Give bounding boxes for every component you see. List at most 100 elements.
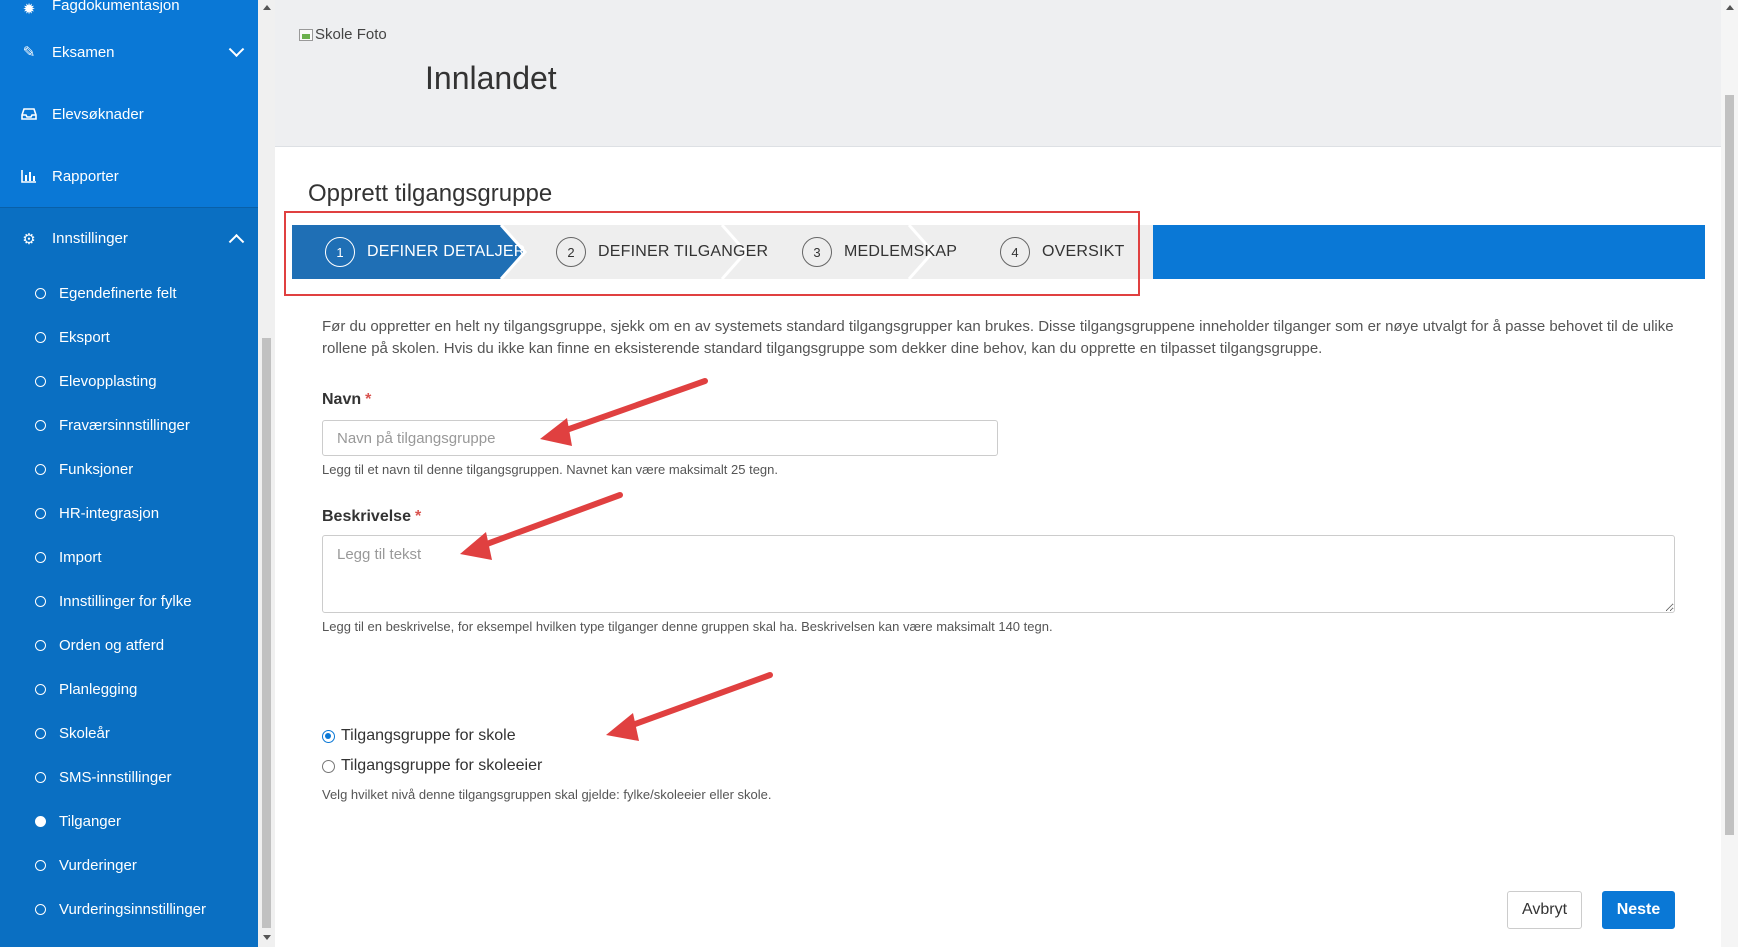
sidebar-subitem-tilganger[interactable]: Tilganger — [0, 799, 258, 843]
sidebar-item-label: Innstillinger — [52, 230, 128, 247]
sidebar-subitem-eksport[interactable]: Eksport — [0, 315, 258, 359]
step-number: 4 — [1000, 237, 1030, 267]
circle-icon — [35, 683, 46, 695]
sidebar-item-rapporter[interactable]: Rapporter — [0, 145, 258, 207]
sidebar-item-label: Elevsøknader — [52, 105, 144, 123]
circle-icon — [35, 287, 46, 299]
sidebar-item-eksamen[interactable]: ✎ Eksamen — [0, 21, 258, 83]
sidebar-subitem-sms-innstillinger[interactable]: SMS-innstillinger — [0, 755, 258, 799]
radio-owner-option[interactable]: Tilgangsgruppe for skoleeier — [322, 757, 542, 775]
radio-school[interactable] — [322, 729, 335, 743]
sidebar-subitem-orden-og-atferd[interactable]: Orden og atferd — [0, 623, 258, 667]
main-content: Skole Foto Innlandet Opprett tilgangsgru… — [275, 0, 1721, 947]
sidebar-item-label: Eksamen — [52, 43, 115, 61]
next-button[interactable]: Neste — [1602, 891, 1675, 929]
sidebar-subitem-funksjoner[interactable]: Funksjoner — [0, 447, 258, 491]
sidebar-subitem-elevopplasting[interactable]: Elevopplasting — [0, 359, 258, 403]
sidebar-subitem-egendefinerte-felt[interactable]: Egendefinerte felt — [0, 271, 258, 315]
sidebar-subitem-planlegging[interactable]: Planlegging — [0, 667, 258, 711]
sidebar-subitem-label: Elevopplasting — [59, 372, 157, 390]
sidebar-subitem-label: Skoleår — [59, 724, 110, 742]
radio-owner[interactable] — [322, 759, 335, 773]
school-photo-alt: Skole Foto — [315, 26, 387, 43]
edit-icon: ✎ — [22, 44, 36, 61]
description-label-text: Beskrivelse — [322, 508, 411, 525]
radio-school-label[interactable]: Tilgangsgruppe for skole — [341, 727, 516, 745]
scrollbar-thumb[interactable] — [262, 338, 271, 928]
broken-image-icon — [299, 28, 313, 41]
circle-icon — [35, 859, 46, 871]
circle-icon — [35, 727, 46, 739]
step-membership[interactable]: 3 MEDLEMSKAP — [802, 225, 957, 279]
sidebar-subitem-label: SMS-innstillinger — [59, 768, 172, 786]
sidebar-item-elevsoknader[interactable]: Elevsøknader — [0, 83, 258, 145]
step-label: DEFINER DETALJER — [367, 243, 526, 260]
step-define-details[interactable]: 1 DEFINER DETALJER — [325, 225, 525, 279]
sidebar-item-label: Fagdokumentasjon — [52, 0, 180, 14]
sidebar-subitem-label: Tilganger — [59, 812, 121, 830]
filled-circle-icon — [35, 815, 46, 827]
sidebar-subitem-skolear[interactable]: Skoleår — [0, 711, 258, 755]
step-label: MEDLEMSKAP — [844, 243, 958, 260]
sidebar-subitem-label: Funksjoner — [59, 460, 134, 478]
step-overview[interactable]: 4 OVERSIKT — [1000, 225, 1125, 279]
chevron-down-icon — [228, 41, 245, 58]
page-header: Skole Foto Innlandet — [275, 0, 1721, 147]
sidebar-subitem-import[interactable]: Import — [0, 535, 258, 579]
sidebar-subitem-hr-integrasjon[interactable]: HR-integrasjon — [0, 491, 258, 535]
radio-owner-label[interactable]: Tilgangsgruppe for skoleeier — [341, 757, 542, 775]
step-number: 2 — [556, 237, 586, 267]
step-number: 1 — [325, 237, 355, 267]
scroll-up-arrow-icon[interactable] — [263, 5, 271, 10]
name-field-label: Navn * — [322, 391, 371, 409]
sidebar-item-label: Rapporter — [52, 167, 119, 185]
settings-submenu: Egendefinerte felt Eksport Elevopplastin… — [0, 269, 258, 931]
sidebar-subitem-innstillinger-for-fylke[interactable]: Innstillinger for fylke — [0, 579, 258, 623]
page-scrollbar[interactable] — [1721, 0, 1738, 947]
circle-icon — [35, 639, 46, 651]
circle-icon — [35, 331, 46, 343]
step-number: 3 — [802, 237, 832, 267]
circle-icon — [35, 463, 46, 475]
sidebar-subitem-label: Eksport — [59, 328, 110, 346]
sidebar-subitem-label: Import — [59, 548, 102, 566]
sidebar-subitem-label: Orden og atferd — [59, 636, 165, 654]
circle-icon — [35, 507, 46, 519]
page-title: Opprett tilgangsgruppe — [308, 180, 553, 207]
sidebar-top-group: ✹ Fagdokumentasjon ✎ Eksamen Elevsøknade… — [0, 0, 258, 207]
scroll-up-arrow-icon[interactable] — [1726, 5, 1734, 10]
gear-icon: ⚙ — [22, 230, 36, 248]
name-input[interactable] — [322, 420, 998, 456]
sidebar-subitem-fravaersinnstillinger[interactable]: Fraværsinnstillinger — [0, 403, 258, 447]
intro-text: Før du oppretter en helt ny tilgangsgrup… — [322, 318, 1674, 357]
description-help-text: Legg til en beskrivelse, for eksempel hv… — [322, 619, 1053, 634]
circle-icon — [35, 375, 46, 387]
sidebar-subitem-label: Egendefinerte felt — [59, 284, 177, 302]
scroll-down-arrow-icon[interactable] — [263, 935, 271, 940]
description-input[interactable] — [322, 535, 1675, 613]
school-photo: Skole Foto — [299, 26, 387, 43]
name-label-text: Navn — [322, 391, 362, 408]
sidebar-item-innstillinger[interactable]: ⚙ Innstillinger — [0, 207, 258, 269]
gear-icon: ✹ — [22, 1, 36, 18]
sidebar-subitem-label: Innstillinger for fylke — [59, 592, 192, 610]
sidebar-subitem-vurderingsinnstillinger[interactable]: Vurderingsinnstillinger — [0, 887, 258, 931]
circle-icon — [35, 771, 46, 783]
circle-icon — [35, 551, 46, 563]
cancel-button[interactable]: Avbryt — [1507, 891, 1582, 929]
step-label: OVERSIKT — [1042, 243, 1125, 260]
sidebar-subitem-vurderinger[interactable]: Vurderinger — [0, 843, 258, 887]
circle-icon — [35, 595, 46, 607]
radio-school-option[interactable]: Tilgangsgruppe for skole — [322, 727, 516, 745]
chevron-up-icon — [228, 233, 245, 250]
sidebar-item-fagdokumentasjon[interactable]: ✹ Fagdokumentasjon — [0, 0, 258, 21]
inbox-icon — [20, 105, 38, 123]
sidebar-subitem-label: Fraværsinnstillinger — [59, 416, 190, 434]
sidebar-scrollbar[interactable] — [258, 0, 275, 947]
required-mark: * — [414, 508, 422, 525]
step-define-access[interactable]: 2 DEFINER TILGANGER — [556, 225, 768, 279]
required-mark: * — [365, 391, 372, 408]
sidebar-subitem-label: Vurderinger — [59, 856, 137, 874]
circle-icon — [35, 903, 46, 915]
scrollbar-thumb[interactable] — [1725, 95, 1734, 835]
